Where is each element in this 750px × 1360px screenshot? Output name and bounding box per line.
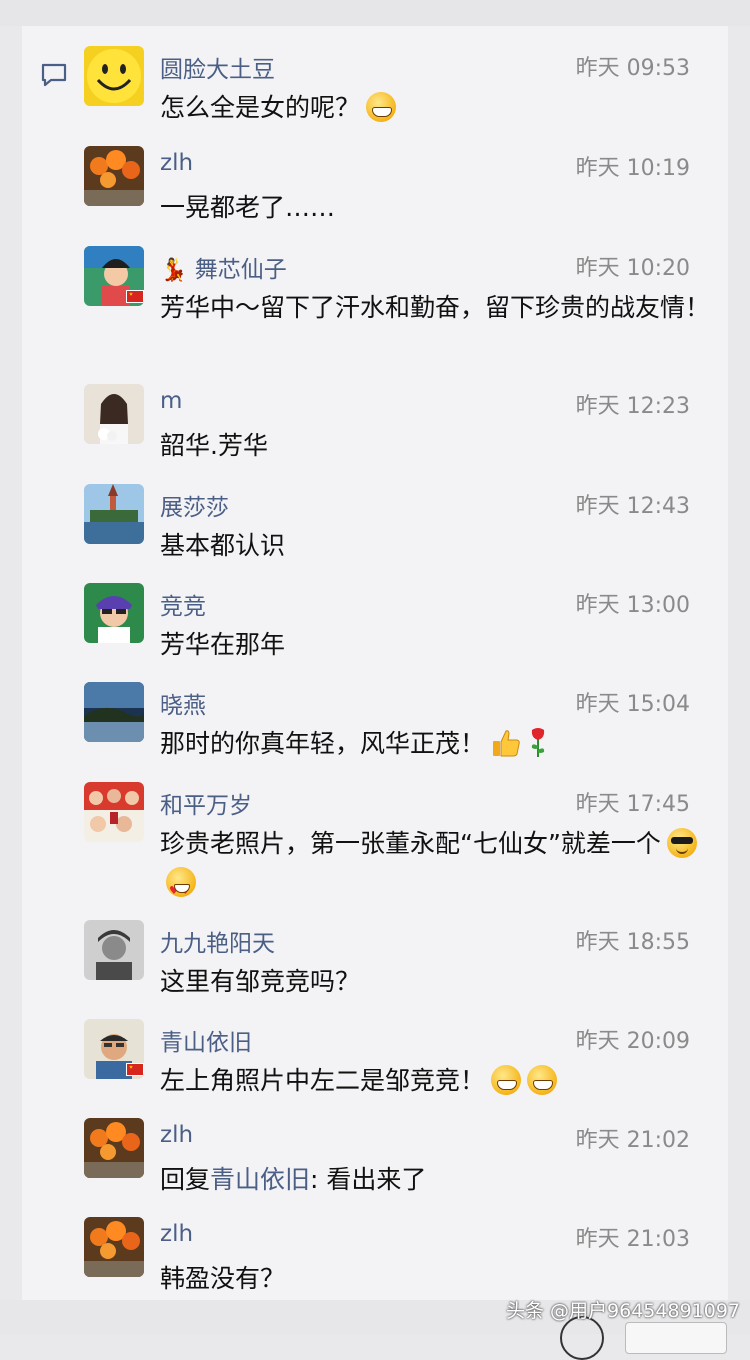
comment-item: 圆脸大土豆 昨天 09:53 怎么全是女的呢？	[84, 46, 714, 136]
comment-text-body: 珍贵老照片，第一张董永配“七仙女”就差一个	[160, 829, 661, 858]
comment-time: 昨天 20:09	[575, 1029, 690, 1054]
commenter-name[interactable]: 竞竞	[160, 587, 206, 621]
comment-text: 左上角照片中左二是邹竞竞！	[160, 1061, 715, 1100]
grin-emoji-icon	[366, 92, 397, 122]
avatar[interactable]	[84, 1118, 144, 1178]
comment-text-body: 左上角照片中左二是邹竞竞！	[160, 1066, 486, 1095]
comment-time: 昨天 18:55	[575, 930, 690, 955]
comment-text: 韶华.芳华	[160, 431, 268, 460]
comment-text: 珍贵老照片，第一张董永配“七仙女”就差一个	[160, 824, 715, 910]
comment-text: 一晃都老了……	[160, 193, 336, 222]
comment-time: 昨天 10:20	[575, 256, 690, 281]
comment-text: 回复青山依旧: 看出来了	[160, 1160, 715, 1199]
comment-time: 昨天 12:43	[575, 494, 690, 519]
comment-item: 九九艳阳天 昨天 18:55 这里有邹竞竞吗？	[84, 920, 714, 1010]
comment-text: 芳华中～留下了汗水和勤奋，留下珍贵的战友情！	[160, 293, 711, 322]
commenter-name[interactable]: 九九艳阳天	[160, 924, 275, 958]
reply-prefix: 回复	[160, 1165, 211, 1194]
commenter-name[interactable]: m	[160, 388, 182, 414]
thumbs-up-emoji-icon	[493, 730, 520, 757]
comment-text: 基本都认识	[160, 531, 286, 560]
comment-text: 韩盈没有？	[160, 1264, 286, 1293]
reply-mention-link[interactable]: 青山依旧	[210, 1165, 310, 1194]
commenter-name[interactable]: 展莎莎	[160, 488, 229, 522]
comment-item: 晓燕 昨天 15:04 那时的你真年轻，风华正茂！	[84, 682, 714, 772]
comment-text-body: : 看出来了	[310, 1165, 427, 1194]
commenter-name[interactable]: zlh	[160, 150, 193, 176]
commenter-name[interactable]: 晓燕	[160, 686, 206, 720]
commenter-name[interactable]: 青山依旧	[160, 1023, 252, 1057]
avatar[interactable]	[84, 46, 144, 106]
avatar[interactable]	[84, 246, 144, 306]
dancer-icon: 💃	[160, 258, 188, 283]
comment-item: 竞竞 昨天 13:00 芳华在那年	[84, 583, 714, 673]
heart-eyes-emoji-icon	[166, 867, 196, 910]
commenter-name-text: 舞芯仙子	[194, 257, 287, 283]
comment-text-body: 怎么全是女的呢？	[160, 93, 361, 122]
comment-time: 昨天 15:04	[575, 692, 690, 717]
comment-time: 昨天 21:03	[575, 1227, 690, 1252]
top-bar	[0, 0, 750, 26]
comment-item: m 昨天 12:23 韶华.芳华	[84, 384, 714, 474]
comment-item: 💃 舞芯仙子 昨天 10:20 芳华中～留下了汗水和勤奋，留下珍贵的战友情！	[84, 246, 714, 376]
comment-item: zlh 昨天 10:19 一晃都老了……	[84, 146, 714, 236]
comment-item: 和平万岁 昨天 17:45 珍贵老照片，第一张董永配“七仙女”就差一个	[84, 782, 714, 912]
comment-item: zlh 昨天 21:02 回复青山依旧: 看出来了	[84, 1118, 714, 1208]
input-box[interactable]	[625, 1322, 727, 1354]
avatar[interactable]	[84, 920, 144, 980]
grin-emoji-icon	[491, 1065, 522, 1095]
comment-text: 这里有邹竞竞吗？	[160, 967, 361, 996]
avatar[interactable]	[84, 1019, 144, 1079]
comment-item: 青山依旧 昨天 20:09 左上角照片中左二是邹竞竞！	[84, 1019, 714, 1109]
avatar[interactable]	[84, 484, 144, 544]
commenter-name[interactable]: 和平万岁	[160, 786, 252, 820]
avatar[interactable]	[84, 1217, 144, 1277]
comment-panel: 圆脸大土豆 昨天 09:53 怎么全是女的呢？ zlh 昨天 10:19 一晃都…	[22, 26, 728, 1300]
commenter-name[interactable]: 💃 舞芯仙子	[160, 250, 287, 284]
avatar[interactable]	[84, 782, 144, 842]
cool-sunglasses-emoji-icon	[666, 828, 697, 858]
comment-text: 芳华在那年	[160, 630, 286, 659]
commenter-name[interactable]: 圆脸大土豆	[160, 50, 275, 84]
commenter-name[interactable]: zlh	[160, 1122, 193, 1148]
comment-time: 昨天 13:00	[575, 593, 690, 618]
china-flag-icon	[126, 290, 144, 303]
comment-time: 昨天 21:02	[575, 1128, 690, 1153]
comment-icon[interactable]	[40, 62, 68, 88]
comment-text: 那时的你真年轻，风华正茂！	[160, 724, 715, 763]
comment-time: 昨天 10:19	[575, 156, 690, 181]
comment-text: 怎么全是女的呢？	[160, 88, 715, 127]
rose-emoji-icon	[531, 728, 545, 757]
avatar[interactable]	[84, 146, 144, 206]
comment-time: 昨天 12:23	[575, 394, 690, 419]
grin-emoji-icon	[527, 1065, 558, 1095]
comment-time: 昨天 17:45	[575, 792, 690, 817]
china-flag-icon	[126, 1063, 144, 1076]
avatar[interactable]	[84, 384, 144, 444]
comment-item: 展莎莎 昨天 12:43 基本都认识	[84, 484, 714, 574]
comment-text-body: 那时的你真年轻，风华正茂！	[160, 729, 486, 758]
commenter-name[interactable]: zlh	[160, 1221, 193, 1247]
source-watermark: 头条 @用户96454891097	[506, 1300, 741, 1322]
avatar[interactable]	[84, 583, 144, 643]
comment-item: zlh 昨天 21:03 韩盈没有？	[84, 1217, 714, 1307]
comment-time: 昨天 09:53	[575, 56, 690, 81]
avatar[interactable]	[84, 682, 144, 742]
